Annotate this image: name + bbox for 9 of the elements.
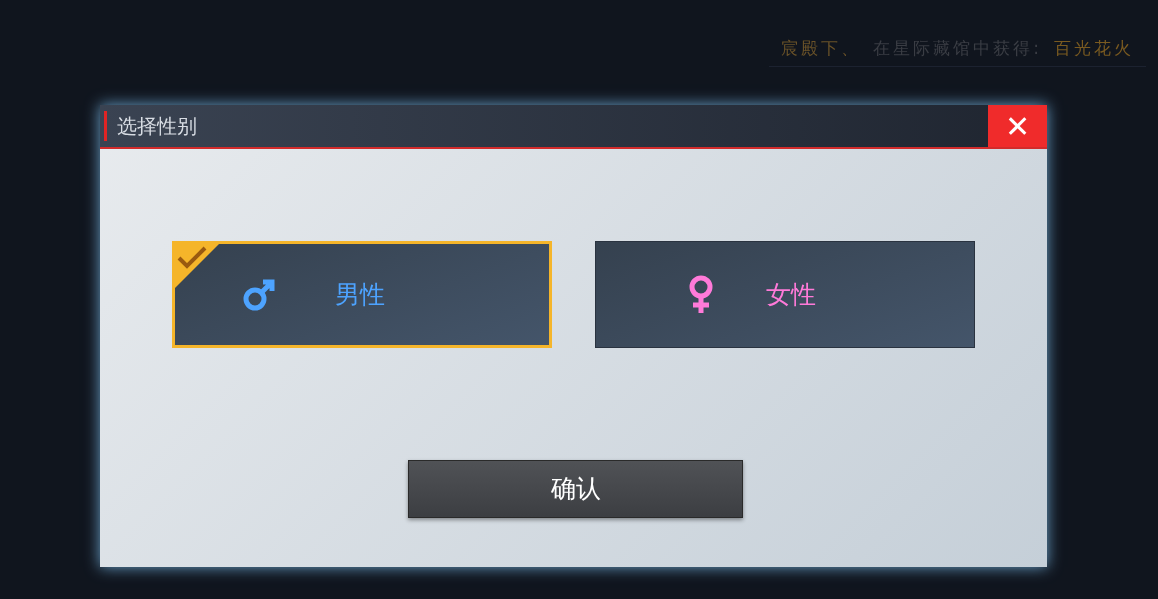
notice-text: 百光花火 bbox=[1054, 37, 1134, 60]
gender-option[interactable]: 男性 bbox=[172, 241, 552, 348]
notice-text: 宸殿下、 bbox=[781, 37, 862, 60]
check-corner-icon bbox=[175, 244, 219, 288]
gender-option[interactable]: 女性 bbox=[595, 241, 975, 348]
confirm-button[interactable]: 确认 bbox=[408, 460, 743, 518]
dialog-title: 选择性别 bbox=[117, 113, 198, 140]
female-symbol-icon bbox=[687, 274, 715, 315]
close-button[interactable]: ✕ bbox=[988, 105, 1047, 147]
